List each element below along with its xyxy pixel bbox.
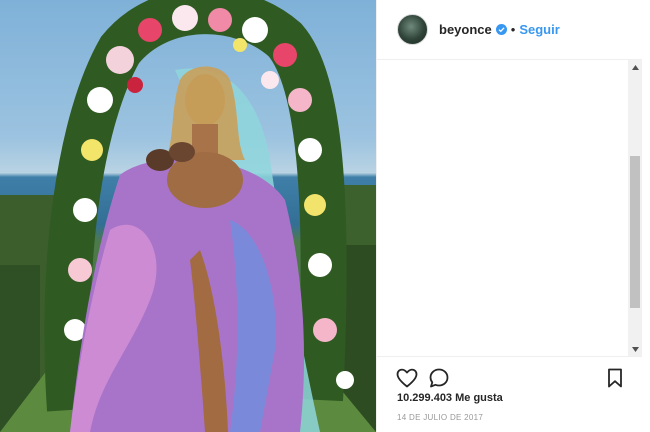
separator-dot: • xyxy=(510,22,516,37)
scroll-down-arrow-icon[interactable] xyxy=(628,342,642,356)
post-side-panel: beyonce • Seguir 10.299.403 Me gusta 14 … xyxy=(376,0,643,432)
avatar[interactable] xyxy=(397,14,428,45)
action-icons xyxy=(395,366,625,390)
post-actions: 10.299.403 Me gusta 14 DE JULIO DE 2017 xyxy=(377,356,643,432)
follow-button[interactable]: Seguir xyxy=(519,22,559,37)
username-link[interactable]: beyonce xyxy=(439,22,492,37)
comments-scrollbar[interactable] xyxy=(628,60,642,356)
scroll-up-arrow-icon[interactable] xyxy=(628,60,642,74)
heart-icon[interactable] xyxy=(395,366,419,390)
right-margin xyxy=(642,0,650,432)
comments-area xyxy=(377,60,643,356)
bookmark-icon[interactable] xyxy=(603,366,627,390)
photo-illustration xyxy=(0,0,376,432)
post-date: 14 DE JULIO DE 2017 xyxy=(397,413,484,422)
comment-icon[interactable] xyxy=(427,366,451,390)
scroll-thumb[interactable] xyxy=(630,156,640,308)
verified-badge-icon xyxy=(495,24,507,35)
neck xyxy=(192,124,218,154)
post-photo[interactable] xyxy=(0,0,376,432)
post-header: beyonce • Seguir xyxy=(377,0,643,60)
baby-two xyxy=(169,142,195,162)
instagram-post: beyonce • Seguir 10.299.403 Me gusta 14 … xyxy=(0,0,650,432)
likes-count[interactable]: 10.299.403 Me gusta xyxy=(397,392,503,404)
